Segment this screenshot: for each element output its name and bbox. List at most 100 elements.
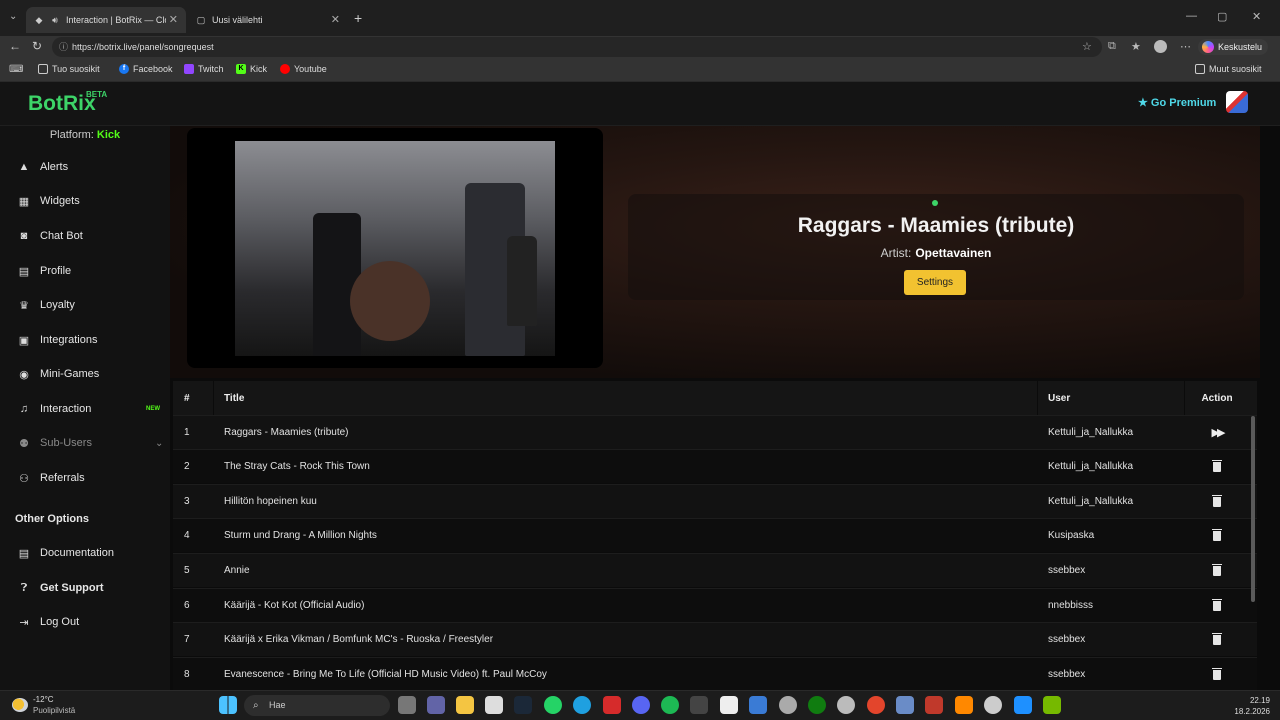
minimize-icon[interactable]: — bbox=[1186, 10, 1197, 22]
video-player[interactable] bbox=[187, 128, 603, 368]
bookmark-label: Tuo suosikit bbox=[52, 64, 100, 74]
new-tab-plus-icon[interactable]: + bbox=[354, 10, 362, 26]
discord-icon[interactable] bbox=[632, 696, 650, 714]
bookmark-kick[interactable]: K Kick bbox=[236, 64, 267, 74]
trash-icon bbox=[1212, 598, 1222, 611]
reload-icon[interactable]: ↻ bbox=[32, 39, 42, 53]
sidebar-item-mini-games[interactable]: ◉ Mini-Games bbox=[17, 364, 167, 384]
go-premium-button[interactable]: ★ Go Premium bbox=[1138, 96, 1216, 109]
delete-button[interactable] bbox=[1202, 519, 1232, 552]
bookmark-youtube[interactable]: Youtube bbox=[280, 64, 327, 74]
sidebar-item-label: Sub-Users bbox=[40, 437, 92, 449]
notepad-icon[interactable] bbox=[720, 696, 738, 714]
settings-button[interactable]: Settings bbox=[904, 270, 966, 295]
vlc-icon[interactable] bbox=[955, 696, 973, 714]
bookmark-twitch[interactable]: Twitch bbox=[184, 64, 224, 74]
sidebar-item-widgets[interactable]: ▦ Widgets bbox=[17, 191, 167, 211]
nvidia-icon[interactable] bbox=[1043, 696, 1061, 714]
close-tab-icon[interactable]: ✕ bbox=[331, 13, 340, 26]
platform-indicator: Platform: Kick bbox=[0, 129, 170, 141]
sidebar-item-integrations[interactable]: ▣ Integrations bbox=[17, 330, 167, 350]
tab-favicon-icon: ▢ bbox=[196, 14, 206, 25]
sidebar-item-alerts[interactable]: ▲ Alerts bbox=[17, 157, 167, 177]
bookmark-import[interactable]: Tuo suosikit bbox=[38, 64, 100, 74]
l-app-icon[interactable] bbox=[603, 696, 621, 714]
store-icon[interactable] bbox=[485, 696, 503, 714]
bookmark-other-folder[interactable]: Muut suosikit bbox=[1195, 64, 1262, 74]
file-explorer-icon[interactable] bbox=[456, 696, 474, 714]
steam-icon[interactable] bbox=[514, 696, 532, 714]
copilot-chat-button[interactable]: Keskustelu bbox=[1198, 39, 1269, 55]
go-premium-label: Go Premium bbox=[1150, 97, 1217, 109]
xbox-icon[interactable] bbox=[808, 696, 826, 714]
favorite-star-icon[interactable]: ☆ bbox=[1082, 40, 1092, 53]
sidebar-item-sub-users[interactable]: ⚉ Sub-Users ⌄ bbox=[17, 433, 167, 453]
skip-button[interactable]: ▶▶ bbox=[1202, 416, 1232, 449]
close-window-icon[interactable]: ✕ bbox=[1252, 10, 1261, 23]
sidebar-item-interaction[interactable]: ♫ Interaction NEW bbox=[17, 399, 167, 419]
tab-interaction[interactable]: ◆ 🔊︎ Interaction | BotRix — Cloud ✕ bbox=[26, 7, 186, 33]
table-scrollbar[interactable] bbox=[1250, 416, 1256, 690]
live-status-dot bbox=[932, 200, 938, 206]
obs-icon[interactable] bbox=[837, 696, 855, 714]
ea-icon[interactable] bbox=[867, 696, 885, 714]
chrome-icon[interactable] bbox=[984, 696, 1002, 714]
delete-button[interactable] bbox=[1202, 658, 1232, 690]
bookmark-label: Muut suosikit bbox=[1209, 64, 1262, 74]
sidebar-item-loyalty[interactable]: ♛ Loyalty bbox=[17, 295, 167, 315]
delete-button[interactable] bbox=[1202, 485, 1232, 518]
delete-button[interactable] bbox=[1202, 623, 1232, 656]
more-icon[interactable]: ⋯ bbox=[1180, 40, 1191, 53]
teams-icon[interactable] bbox=[427, 696, 445, 714]
sidebar-item-chat-bot[interactable]: ◙ Chat Bot bbox=[17, 226, 167, 246]
video-thumbnail bbox=[235, 141, 555, 356]
taskbar-search[interactable]: ⌕ Hae bbox=[244, 695, 390, 716]
profile-icon[interactable] bbox=[1154, 40, 1167, 53]
weather-icon[interactable] bbox=[12, 698, 28, 712]
spotify-icon[interactable] bbox=[661, 696, 679, 714]
close-tab-icon[interactable]: ✕ bbox=[169, 13, 178, 26]
temperature: -12°C bbox=[33, 695, 54, 704]
bookmark-label: Kick bbox=[250, 64, 268, 74]
favorites-icon[interactable]: ★ bbox=[1131, 40, 1141, 53]
delete-button[interactable] bbox=[1202, 589, 1232, 622]
site-info-icon[interactable]: ⓘ bbox=[59, 37, 68, 57]
maximize-icon[interactable]: ▢ bbox=[1217, 10, 1227, 23]
user-avatar[interactable] bbox=[1226, 91, 1248, 113]
tab-title: Interaction | BotRix — Cloud bbox=[66, 15, 166, 25]
row-title: Hillitön hopeinen kuu bbox=[224, 496, 317, 507]
chevron-down-icon[interactable]: ⌄ bbox=[155, 438, 163, 449]
sidebar-item-log-out[interactable]: ⇥ Log Out bbox=[17, 612, 167, 632]
sidebar-item-referrals[interactable]: ⚇ Referrals bbox=[17, 468, 167, 488]
delete-button[interactable] bbox=[1202, 450, 1232, 483]
start-icon[interactable] bbox=[219, 696, 237, 714]
settings-gear-icon[interactable] bbox=[779, 696, 797, 714]
bookmark-label: Youtube bbox=[294, 64, 327, 74]
bookmark-facebook[interactable]: f Facebook bbox=[119, 64, 173, 74]
main-content: Raggars - Maamies (tribute) Artist: Opett… bbox=[170, 126, 1280, 690]
task-view-icon[interactable] bbox=[398, 696, 416, 714]
back-icon[interactable]: ← bbox=[9, 39, 21, 53]
tab-actions-icon[interactable]: ⌨ bbox=[9, 64, 23, 75]
speaker-icon[interactable]: 🔊︎ bbox=[50, 15, 60, 25]
url-input[interactable]: ⓘ https://botrix.live/panel/songrequest bbox=[52, 37, 1102, 57]
tab-new-tab[interactable]: ▢ Uusi välilehti ✕ bbox=[188, 7, 348, 33]
g-app-icon[interactable] bbox=[690, 696, 708, 714]
search-icon: ⌕ bbox=[253, 700, 259, 711]
red-app-icon[interactable] bbox=[925, 696, 943, 714]
sidebar-item-documentation[interactable]: ▤ Documentation bbox=[17, 543, 167, 563]
monitor-app-icon[interactable] bbox=[1014, 696, 1032, 714]
delete-button[interactable] bbox=[1202, 554, 1232, 587]
sidebar-item-profile[interactable]: ▤ Profile bbox=[17, 261, 167, 281]
tab-list-chevron-icon[interactable]: ⌄ bbox=[9, 11, 17, 22]
extensions-icon[interactable]: ⧉ bbox=[1108, 40, 1116, 53]
sidebar-item-get-support[interactable]: ❓︎ Get Support bbox=[17, 578, 167, 598]
gamepad-icon: ◉ bbox=[19, 368, 29, 381]
gear-app-icon[interactable] bbox=[896, 696, 914, 714]
whatsapp-icon[interactable] bbox=[544, 696, 562, 714]
system-clock[interactable]: 22.19 18.2.2026 bbox=[1226, 695, 1270, 717]
mail-icon[interactable] bbox=[749, 696, 767, 714]
edge-icon[interactable] bbox=[573, 696, 591, 714]
scrollbar-thumb[interactable] bbox=[1251, 416, 1255, 602]
platform-value: Kick bbox=[96, 129, 121, 141]
